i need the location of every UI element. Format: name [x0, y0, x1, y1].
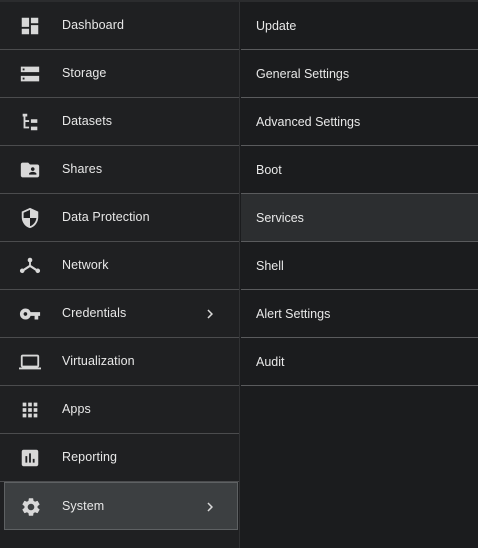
- sidebar-item-label: Network: [62, 258, 109, 272]
- sidebar-item-shares[interactable]: Shares: [0, 146, 239, 194]
- key-icon: [18, 302, 42, 326]
- sidebar-item-reporting[interactable]: Reporting: [0, 434, 239, 482]
- apps-grid-icon: [18, 398, 42, 422]
- chevron-right-icon: [201, 498, 219, 516]
- sidebar: Dashboard Storage Datasets Shares Data P: [0, 2, 240, 548]
- reporting-icon: [18, 446, 42, 470]
- sidebar-item-label: Shares: [62, 162, 103, 176]
- sidebar-item-datasets[interactable]: Datasets: [0, 98, 239, 146]
- submenu-item-boot[interactable]: Boot: [241, 146, 478, 194]
- chevron-right-icon: [201, 305, 219, 323]
- datasets-icon: [18, 110, 42, 134]
- submenu-item-general-settings[interactable]: General Settings: [241, 50, 478, 98]
- storage-icon: [18, 62, 42, 86]
- submenu-item-services[interactable]: Services: [241, 194, 478, 242]
- dashboard-icon: [18, 14, 42, 38]
- sidebar-item-label: Storage: [62, 66, 107, 80]
- sidebar-item-apps[interactable]: Apps: [0, 386, 239, 434]
- system-submenu: Update General Settings Advanced Setting…: [241, 2, 478, 548]
- sidebar-item-label: System: [62, 499, 105, 513]
- network-icon: [18, 254, 42, 278]
- sidebar-item-label: Dashboard: [62, 18, 125, 32]
- sidebar-item-label: Data Protection: [62, 210, 150, 224]
- sidebar-item-label: Reporting: [62, 450, 118, 464]
- laptop-icon: [18, 350, 42, 374]
- sidebar-item-network[interactable]: Network: [0, 242, 239, 290]
- sidebar-item-credentials[interactable]: Credentials: [0, 290, 239, 338]
- submenu-item-shell[interactable]: Shell: [241, 242, 478, 290]
- sidebar-item-label: Credentials: [62, 306, 127, 320]
- shield-icon: [18, 206, 42, 230]
- sidebar-item-label: Virtualization: [62, 354, 135, 368]
- sidebar-item-data-protection[interactable]: Data Protection: [0, 194, 239, 242]
- sidebar-item-label: Apps: [62, 402, 91, 416]
- gear-icon: [19, 495, 43, 519]
- app-root: Dashboard Storage Datasets Shares Data P: [0, 0, 478, 548]
- submenu-item-update[interactable]: Update: [241, 2, 478, 50]
- submenu-item-advanced-settings[interactable]: Advanced Settings: [241, 98, 478, 146]
- sidebar-item-virtualization[interactable]: Virtualization: [0, 338, 239, 386]
- sidebar-item-dashboard[interactable]: Dashboard: [0, 2, 239, 50]
- sidebar-item-storage[interactable]: Storage: [0, 50, 239, 98]
- sidebar-item-label: Datasets: [62, 114, 113, 128]
- shares-icon: [18, 158, 42, 182]
- submenu-item-alert-settings[interactable]: Alert Settings: [241, 290, 478, 338]
- sidebar-item-system[interactable]: System: [4, 482, 238, 530]
- submenu-item-audit[interactable]: Audit: [241, 338, 478, 386]
